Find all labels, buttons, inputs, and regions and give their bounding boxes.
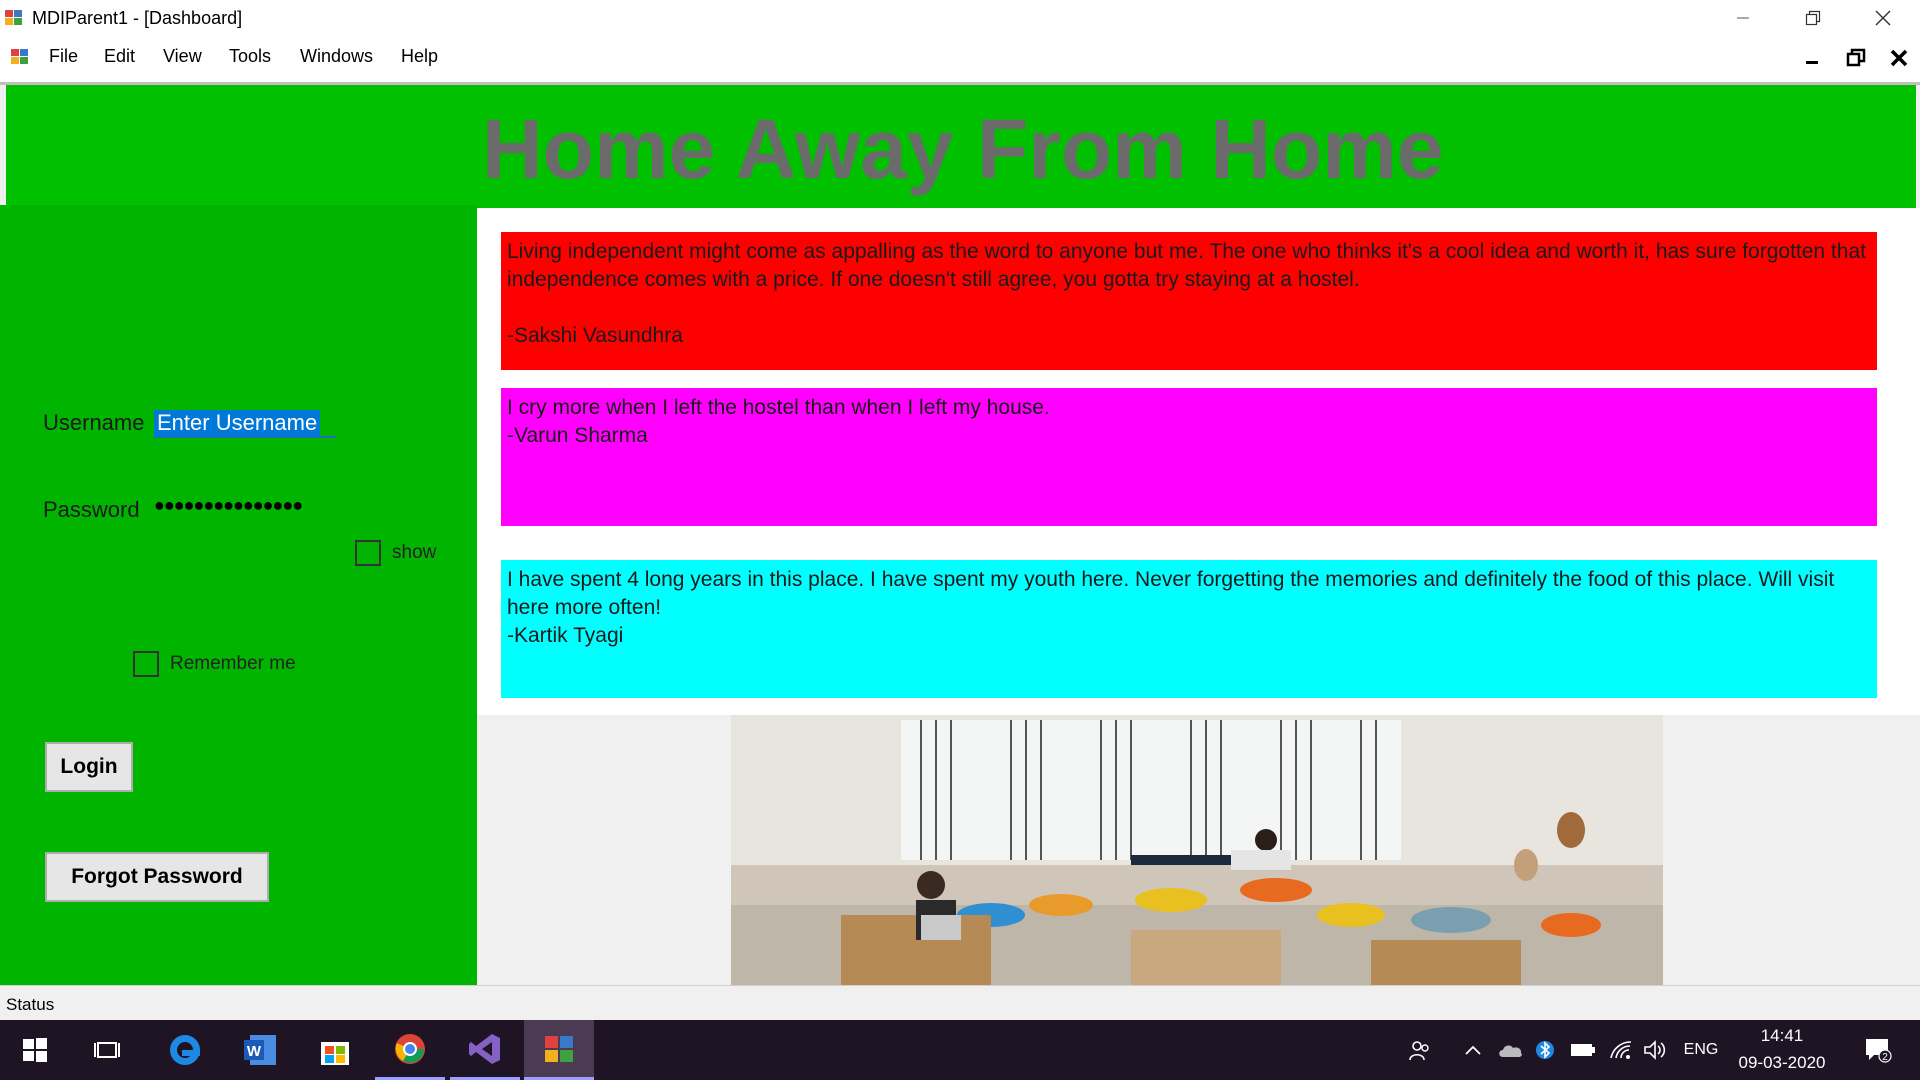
- quote-text: I have spent 4 long years in this place.…: [507, 568, 1835, 619]
- app-icon: [5, 10, 22, 25]
- menu-view[interactable]: View: [163, 46, 202, 67]
- window-title: MDIParent1 - [Dashboard]: [32, 8, 243, 28]
- menu-bar: File Edit View Tools Windows Help: [0, 40, 1920, 74]
- volume-icon[interactable]: [1640, 1038, 1670, 1062]
- hostel-lounge-photo: [731, 715, 1663, 985]
- quote-author: -Varun Sharma: [507, 424, 648, 447]
- visual-studio-icon[interactable]: [450, 1020, 520, 1080]
- username-label: Username: [43, 410, 145, 435]
- status-label: Status: [6, 995, 55, 1014]
- quote-text: Living independent might come as appalli…: [507, 240, 1866, 291]
- title-bar: MDIParent1 - [Dashboard]: [0, 0, 1920, 36]
- forgot-password-button[interactable]: Forgot Password: [45, 852, 269, 902]
- menu-file[interactable]: File: [49, 46, 78, 67]
- password-label: Password: [43, 497, 140, 522]
- menu-windows[interactable]: Windows: [300, 46, 373, 67]
- status-bar: Status: [0, 985, 1920, 1021]
- quote-card-varun: I cry more when I left the hostel than w…: [501, 388, 1877, 526]
- login-button[interactable]: Login: [45, 742, 133, 792]
- wifi-icon[interactable]: [1606, 1038, 1636, 1062]
- chrome-icon[interactable]: [375, 1020, 445, 1080]
- password-input[interactable]: ●●●●●●●●●●●●●●●: [154, 495, 336, 523]
- minimize-icon[interactable]: [1720, 0, 1766, 36]
- page-title: Home Away From Home: [482, 102, 1444, 196]
- winforms-app-icon[interactable]: [524, 1020, 594, 1080]
- child-restore-icon[interactable]: [1841, 44, 1871, 72]
- quote-card-kartik: I have spent 4 long years in this place.…: [501, 560, 1877, 698]
- windows-taskbar: W ENG 14:41 09-03-2020 2: [0, 1020, 1920, 1080]
- hostel-lounge-image: [731, 715, 1663, 985]
- notifications-icon[interactable]: 2: [1858, 1038, 1898, 1063]
- child-close-icon[interactable]: [1884, 44, 1914, 72]
- mdi-child-icon[interactable]: [10, 47, 30, 67]
- battery-icon[interactable]: [1568, 1038, 1598, 1062]
- task-view-icon[interactable]: [72, 1020, 142, 1080]
- store-icon[interactable]: [300, 1020, 370, 1080]
- quote-author: -Kartik Tyagi: [507, 624, 624, 647]
- login-panel: Username Enter Username Password ●●●●●●●…: [0, 205, 477, 985]
- quote-spacer: [507, 294, 1871, 322]
- header-banner: Home Away From Home: [6, 85, 1916, 208]
- remember-me-checkbox[interactable]: [133, 651, 159, 677]
- edge-icon[interactable]: [150, 1020, 220, 1080]
- menu-tools[interactable]: Tools: [229, 46, 271, 67]
- dashboard-client-area: Home Away From Home Username Enter Usern…: [0, 85, 1920, 985]
- quote-card-sakshi: Living independent might come as appalli…: [501, 232, 1877, 370]
- username-input[interactable]: Enter Username: [154, 408, 336, 438]
- word-icon[interactable]: W: [225, 1020, 295, 1080]
- people-icon[interactable]: [1405, 1038, 1435, 1062]
- remember-me-label: Remember me: [170, 653, 296, 674]
- windows-start-icon[interactable]: [0, 1020, 70, 1080]
- chevron-up-icon[interactable]: [1460, 1038, 1486, 1062]
- onedrive-icon[interactable]: [1495, 1038, 1525, 1062]
- bluetooth-icon[interactable]: [1532, 1038, 1558, 1062]
- clock-date[interactable]: 09-03-2020: [1730, 1053, 1834, 1073]
- menu-help[interactable]: Help: [401, 46, 438, 67]
- clock-time[interactable]: 14:41: [1752, 1026, 1812, 1046]
- notification-count: 2: [1882, 1052, 1888, 1063]
- quote-text: I cry more when I left the hostel than w…: [507, 396, 1050, 419]
- language-indicator[interactable]: ENG: [1680, 1038, 1722, 1062]
- username-value: Enter Username: [154, 410, 321, 436]
- menu-edit[interactable]: Edit: [104, 46, 135, 67]
- quote-author: -Sakshi Vasundhra: [507, 324, 683, 347]
- restore-icon[interactable]: [1790, 0, 1836, 36]
- show-password-checkbox[interactable]: [355, 540, 381, 566]
- show-password-label: show: [392, 542, 437, 563]
- close-icon[interactable]: [1860, 0, 1906, 36]
- child-minimize-icon[interactable]: [1797, 44, 1827, 72]
- svg-text:W: W: [247, 1043, 262, 1060]
